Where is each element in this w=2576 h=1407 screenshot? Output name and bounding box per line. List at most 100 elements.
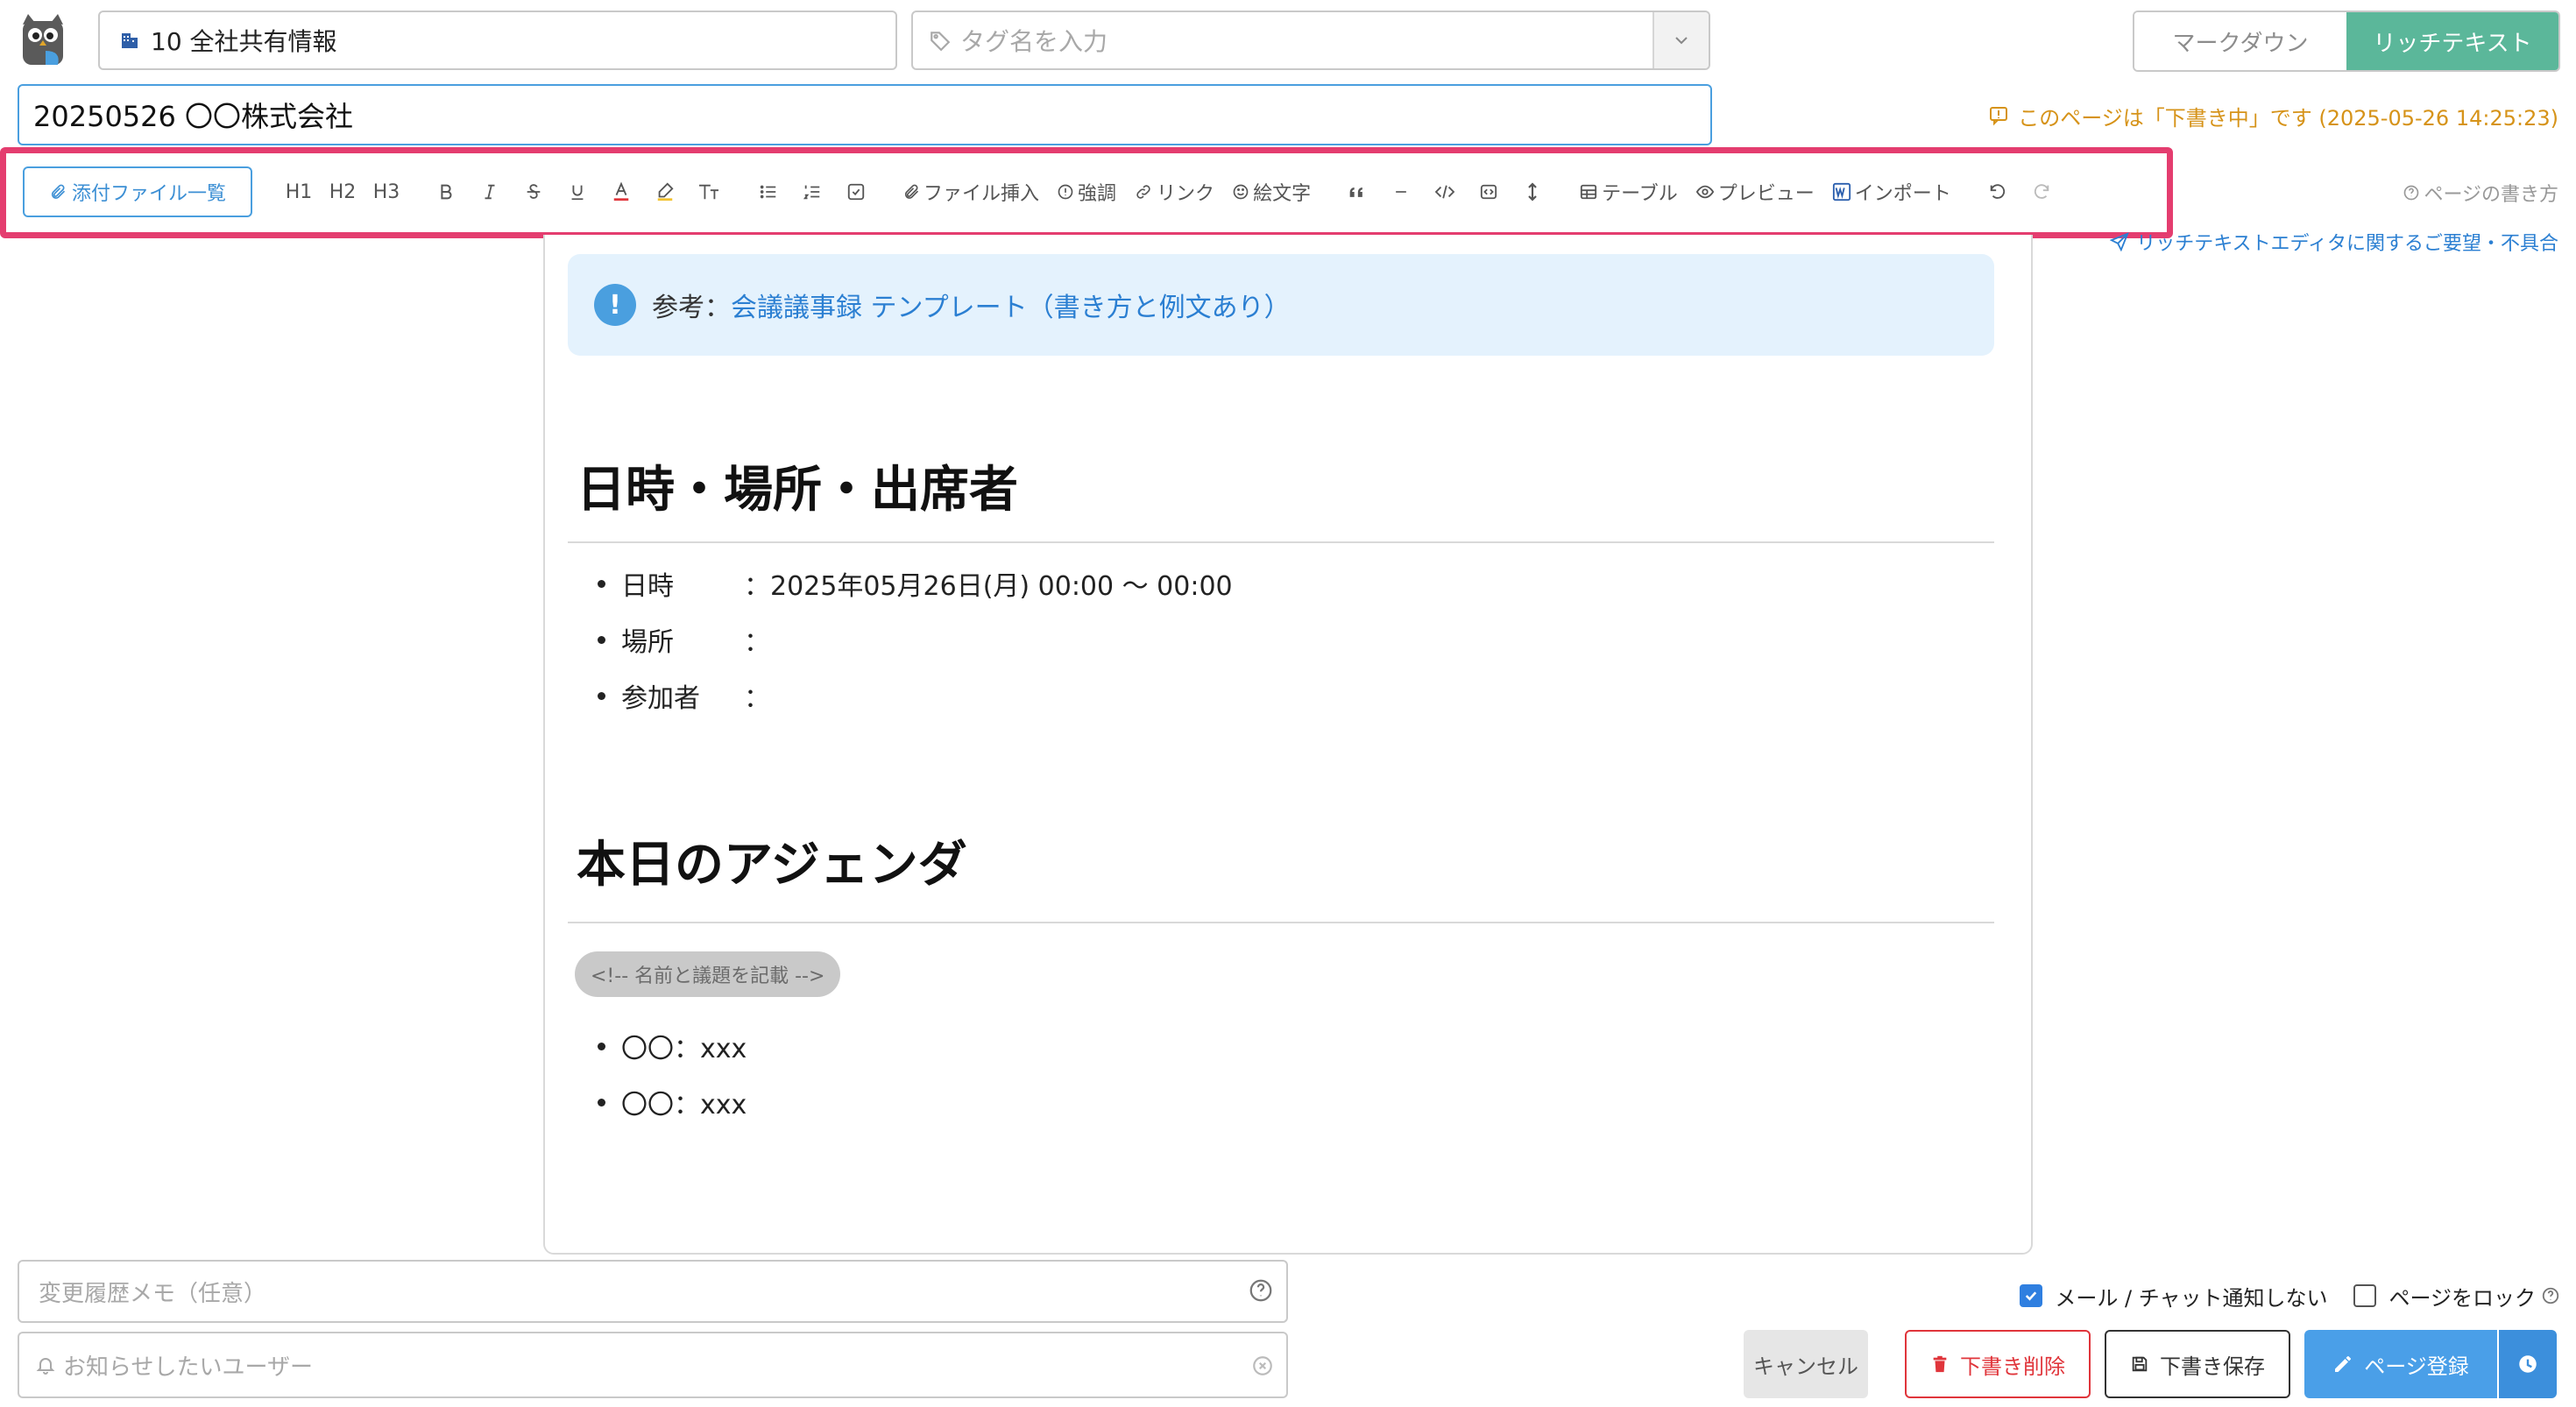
- attachments-label: 添付ファイル一覧: [72, 183, 227, 205]
- link-button[interactable]: リンク: [1125, 168, 1223, 216]
- quote-icon: [1348, 184, 1366, 200]
- html-comment-chip[interactable]: <!-- 名前と議題を記載 -->: [575, 951, 841, 997]
- heading3-button[interactable]: H3: [364, 168, 408, 216]
- code-icon: [1434, 183, 1455, 201]
- table-label: テーブル: [1602, 183, 1678, 205]
- redo-button[interactable]: [2020, 168, 2063, 216]
- markdown-mode-button[interactable]: マークダウン: [2134, 12, 2346, 70]
- strikethrough-icon: [524, 182, 543, 202]
- attachments-button[interactable]: 添付ファイル一覧: [23, 166, 253, 217]
- notify-users-placeholder: お知らせしたいユーザー: [63, 1354, 313, 1381]
- list-item: 場所 ：: [598, 620, 770, 659]
- line-height-button[interactable]: [1511, 168, 1554, 216]
- strikethrough-button[interactable]: [512, 168, 556, 216]
- writing-help-label: ページの書き方: [2424, 184, 2558, 206]
- app-logo-owl-icon[interactable]: [16, 12, 70, 70]
- exclamation-icon: !: [594, 284, 636, 326]
- clear-circle-icon[interactable]: [1251, 1354, 1274, 1377]
- section-heading-datetime: 日時・場所・出席者: [577, 462, 1018, 519]
- options-row: メール / チャット通知しない ページをロック: [2012, 1279, 2560, 1312]
- no-notify-label: メール / チャット通知しない: [2055, 1285, 2328, 1311]
- emphasis-button[interactable]: 強調: [1048, 168, 1125, 216]
- insert-file-button[interactable]: ファイル挿入: [894, 168, 1048, 216]
- italic-button[interactable]: [468, 168, 512, 216]
- bullet-list-icon: [759, 182, 778, 202]
- question-circle-icon[interactable]: [1248, 1277, 1274, 1304]
- undo-icon: [1988, 182, 2007, 202]
- page-title-input[interactable]: 20250526 〇〇株式会社: [18, 84, 1712, 145]
- notify-users-input[interactable]: お知らせしたいユーザー: [18, 1332, 1288, 1398]
- underline-button[interactable]: [556, 168, 599, 216]
- lock-page-checkbox[interactable]: [2353, 1284, 2377, 1307]
- schedule-publish-button[interactable]: [2499, 1330, 2557, 1398]
- preview-label: プレビュー: [1717, 183, 1815, 205]
- register-page-button[interactable]: ページ登録: [2304, 1330, 2497, 1398]
- bell-icon: [35, 1354, 56, 1375]
- tag-icon: [929, 29, 952, 52]
- list-item-value: ：: [744, 627, 770, 658]
- heading2-button[interactable]: H2: [321, 168, 364, 216]
- tag-input[interactable]: タグ名を入力: [911, 11, 1710, 70]
- reference-callout: ! 参考： 会議議事録 テンプレート（書き方と例文あり）: [568, 254, 1994, 356]
- bold-button[interactable]: [424, 168, 468, 216]
- emoji-button[interactable]: 絵文字: [1223, 168, 1320, 216]
- bullet-list-button[interactable]: [747, 168, 790, 216]
- table-button[interactable]: テーブル: [1570, 168, 1687, 216]
- paperclip-icon: [49, 183, 67, 201]
- text-color-button[interactable]: [599, 168, 643, 216]
- paperclip-icon: [902, 183, 920, 201]
- preview-button[interactable]: プレビュー: [1687, 168, 1823, 216]
- heading1-button[interactable]: H1: [277, 168, 321, 216]
- highlighter-icon: [655, 181, 675, 202]
- delete-draft-label: 下書き削除: [1960, 1354, 2065, 1379]
- question-circle-icon[interactable]: [2541, 1286, 2560, 1305]
- text-color-icon: [612, 181, 631, 202]
- list-item-key: 参加者: [621, 683, 700, 714]
- alert-comment-icon: [1988, 105, 2009, 126]
- undo-button[interactable]: [1976, 168, 2020, 216]
- import-button[interactable]: インポート: [1823, 168, 1960, 216]
- no-notify-checkbox[interactable]: [2020, 1284, 2043, 1307]
- quote-button[interactable]: [1335, 168, 1379, 216]
- code-button[interactable]: [1423, 168, 1467, 216]
- save-draft-button[interactable]: 下書き保存: [2105, 1330, 2290, 1398]
- group-select[interactable]: 10 全社共有情報: [98, 11, 897, 70]
- clear-format-button[interactable]: [687, 168, 731, 216]
- richtext-mode-button[interactable]: リッチテキスト: [2346, 12, 2558, 70]
- table-icon: [1579, 183, 1598, 201]
- horizontal-rule-button[interactable]: [1379, 168, 1423, 216]
- editor-toolbar: 添付ファイル一覧 H1 H2 H3 ファイル挿入 強調 リンク 絵文字 テーブル…: [18, 159, 2155, 224]
- cancel-button[interactable]: キャンセル: [1744, 1330, 1868, 1398]
- editor-mode-toggle: マークダウン リッチテキスト: [2133, 11, 2560, 72]
- chevron-down-icon[interactable]: [1652, 12, 1709, 68]
- change-memo-placeholder: 変更履歴メモ（任意）: [39, 1280, 267, 1307]
- text-size-icon: [697, 182, 720, 202]
- question-circle-icon: [2403, 184, 2420, 202]
- writing-help-link[interactable]: ページの書き方: [2383, 175, 2558, 210]
- highlight-button[interactable]: [643, 168, 687, 216]
- vertical-arrows-icon: [1525, 181, 1539, 202]
- link-label: リンク: [1157, 183, 1215, 205]
- eye-icon: [1695, 183, 1715, 201]
- feedback-link[interactable]: リッチテキストエディタに関するご要望・不具合: [2103, 226, 2558, 258]
- smiley-icon: [1232, 183, 1249, 201]
- rich-text-editor[interactable]: ! 参考： 会議議事録 テンプレート（書き方と例文あり） 日時・場所・出席者 日…: [543, 235, 2033, 1255]
- draft-status: このページは「下書き中」です (2025-05-26 14:25:23): [1990, 98, 2558, 133]
- list-item-text: 〇〇：xxx: [621, 1034, 747, 1064]
- floppy-disk-icon: [2130, 1354, 2149, 1374]
- pencil-icon: [2332, 1354, 2353, 1375]
- change-memo-input[interactable]: 変更履歴メモ（任意）: [18, 1260, 1288, 1323]
- italic-icon: [480, 182, 499, 202]
- save-draft-label: 下書き保存: [2160, 1354, 2265, 1379]
- template-link[interactable]: 会議議事録 テンプレート（書き方と例文あり）: [731, 286, 1291, 324]
- lock-page-option[interactable]: ページをロック: [2353, 1281, 2560, 1312]
- numbered-list-button[interactable]: [790, 168, 834, 216]
- delete-draft-button[interactable]: 下書き削除: [1905, 1330, 2091, 1398]
- register-page-label: ページ登録: [2364, 1354, 2469, 1379]
- list-item-value: ：2025年05月26日(月) 00:00 〜 00:00: [744, 571, 1233, 602]
- checklist-button[interactable]: [834, 168, 878, 216]
- building-icon: [119, 30, 140, 51]
- code-block-button[interactable]: [1467, 168, 1511, 216]
- no-notify-option[interactable]: メール / チャット通知しない: [2020, 1281, 2327, 1312]
- scroll-fade: [545, 1191, 2031, 1253]
